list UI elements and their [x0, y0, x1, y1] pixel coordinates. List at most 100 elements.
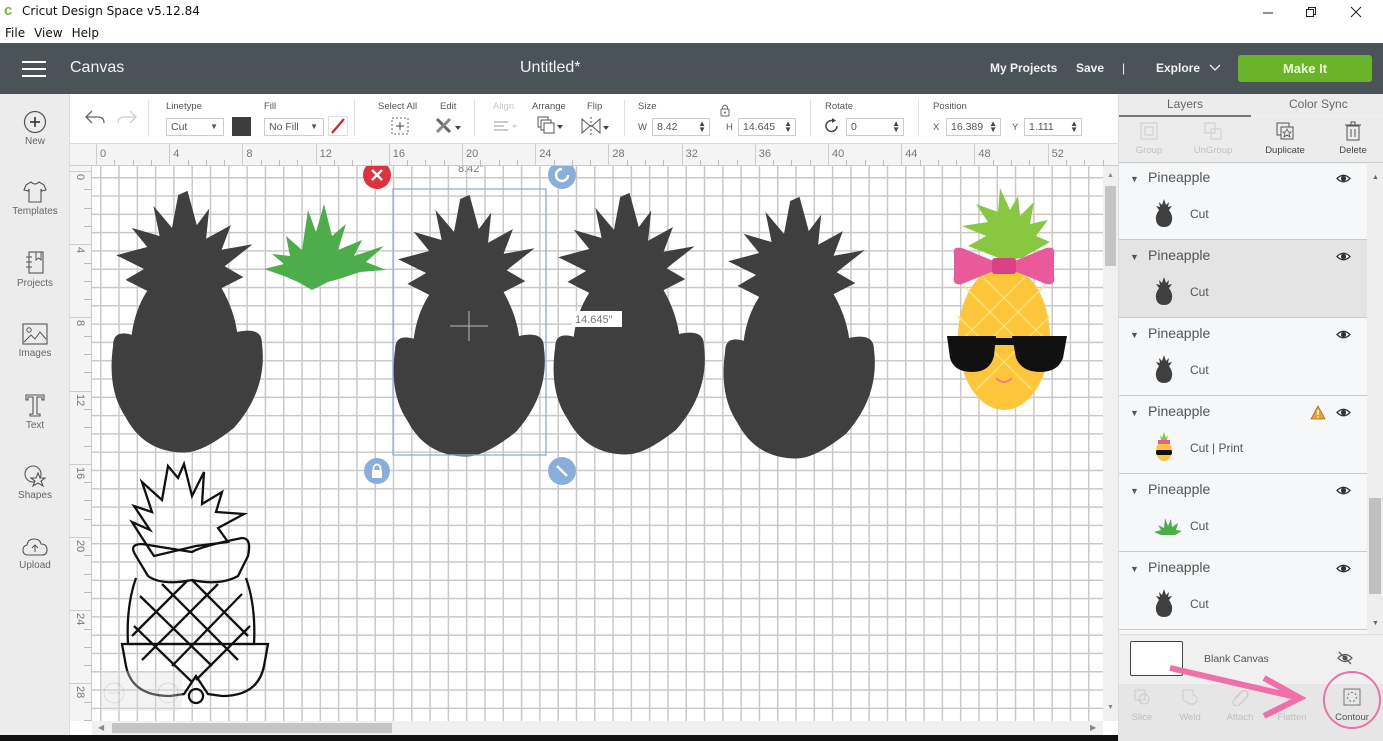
- rotate-handle[interactable]: [548, 166, 576, 189]
- ruler-left-label: 28: [74, 686, 86, 699]
- arrange-icon[interactable]: [536, 115, 564, 137]
- eye-hidden-icon[interactable]: [1337, 651, 1353, 665]
- flatten-button[interactable]: Flatten: [1269, 688, 1315, 723]
- tab-color-sync[interactable]: Color Sync: [1289, 97, 1348, 111]
- spinner-icon[interactable]: ▲ ▼: [698, 120, 706, 134]
- sidebar-item-images[interactable]: Images: [0, 322, 70, 359]
- notebook-icon: [26, 251, 44, 274]
- canvas-vertical-scrollbar[interactable]: ▲ ▼: [1103, 166, 1118, 721]
- expand-caret-icon[interactable]: ▼: [1130, 564, 1139, 574]
- scroll-right-icon[interactable]: ▶: [1090, 723, 1096, 732]
- scroll-up-icon[interactable]: ▲: [1107, 172, 1114, 179]
- sidebar-item-new[interactable]: New: [0, 110, 70, 147]
- edit-tools-icon[interactable]: [434, 116, 462, 136]
- rotate-value: 0: [851, 121, 857, 133]
- pineapple-leaves[interactable]: [264, 204, 386, 290]
- weld-button[interactable]: Weld: [1167, 688, 1213, 723]
- eye-visible-icon[interactable]: [1336, 563, 1351, 574]
- eye-visible-icon[interactable]: [1336, 485, 1351, 496]
- expand-caret-icon[interactable]: ▼: [1130, 330, 1139, 340]
- sidebar-item-shapes[interactable]: Shapes: [0, 464, 70, 501]
- fill-color-swatch[interactable]: [328, 116, 348, 136]
- contour-button[interactable]: Contour: [1329, 688, 1375, 723]
- delete-handle[interactable]: [363, 166, 391, 189]
- restore-button[interactable]: [1288, 0, 1334, 24]
- layer-item[interactable]: ▼ Pineapple Cut: [1119, 474, 1367, 552]
- sidebar-item-projects[interactable]: Projects: [0, 250, 70, 289]
- pineapple-silhouette-1[interactable]: [111, 190, 263, 453]
- layer-item[interactable]: ▼ Pineapple Cut: [1119, 164, 1367, 240]
- undo-icon[interactable]: [84, 108, 106, 126]
- menu-file[interactable]: File: [0, 24, 29, 40]
- scroll-down-icon[interactable]: ▼: [1372, 620, 1379, 627]
- width-input[interactable]: 8.42 ▲ ▼: [652, 118, 710, 136]
- attach-button[interactable]: Attach: [1217, 688, 1263, 723]
- design-canvas[interactable]: 8.42" 14.645": [92, 166, 1103, 721]
- linetype-color-swatch[interactable]: [232, 117, 251, 136]
- y-position-input[interactable]: 1.111 ▲ ▼: [1024, 118, 1082, 136]
- blank-canvas-row[interactable]: Blank Canvas: [1119, 634, 1383, 684]
- layers-scrollbar[interactable]: ▲ ▼: [1367, 164, 1383, 634]
- menu-view[interactable]: View: [29, 24, 66, 40]
- save-link[interactable]: Save: [1076, 61, 1104, 75]
- height-input[interactable]: 14.645 ▲ ▼: [738, 118, 796, 136]
- x-position-input[interactable]: 16.389 ▲ ▼: [946, 118, 1001, 136]
- spinner-icon[interactable]: ▲ ▼: [1070, 120, 1078, 134]
- layer-item[interactable]: ▼ Pineapple Cut: [1119, 318, 1367, 396]
- make-it-button[interactable]: Make It: [1238, 55, 1372, 82]
- zoom-controls[interactable]: [100, 671, 182, 711]
- lock-proportions-icon[interactable]: [718, 103, 732, 117]
- expand-caret-icon[interactable]: ▼: [1130, 486, 1139, 496]
- select-all-icon[interactable]: [390, 116, 410, 136]
- pineapple-silhouette-4[interactable]: [723, 196, 875, 459]
- layers-scroll-thumb[interactable]: [1369, 498, 1381, 594]
- fill-select[interactable]: No Fill ▼: [264, 118, 324, 136]
- scroll-up-icon[interactable]: ▲: [1372, 174, 1379, 181]
- resize-handle[interactable]: [548, 457, 576, 485]
- eye-visible-icon[interactable]: [1336, 329, 1351, 340]
- redo-icon[interactable]: [116, 108, 138, 126]
- eye-visible-icon[interactable]: [1336, 251, 1351, 262]
- layer-item[interactable]: ▼ Pineapple Cut: [1119, 240, 1367, 318]
- lock-handle[interactable]: [364, 458, 390, 484]
- scroll-left-icon[interactable]: ◀: [98, 723, 104, 732]
- dropdown-arrow-icon: ▼: [210, 122, 218, 131]
- minimize-button[interactable]: [1245, 0, 1291, 24]
- menu-help[interactable]: Help: [67, 24, 103, 40]
- eye-visible-icon[interactable]: [1336, 173, 1351, 184]
- sidebar-item-upload[interactable]: Upload: [0, 536, 70, 571]
- sidebar-item-templates[interactable]: Templates: [0, 180, 70, 217]
- eye-visible-icon[interactable]: [1336, 407, 1351, 418]
- linetype-select[interactable]: Cut ▼: [166, 118, 224, 136]
- expand-caret-icon[interactable]: ▼: [1130, 252, 1139, 262]
- align-icon[interactable]: [492, 118, 518, 134]
- rotate-input[interactable]: 0 ▲ ▼: [846, 118, 904, 136]
- ungroup-button[interactable]: UnGroup: [1183, 121, 1243, 156]
- close-window-button[interactable]: [1333, 0, 1379, 24]
- spinner-icon[interactable]: ▲ ▼: [989, 120, 997, 134]
- vertical-scroll-thumb[interactable]: [1105, 186, 1116, 266]
- hamburger-menu-icon[interactable]: [22, 61, 46, 77]
- layer-item[interactable]: ▼ Pineapple Cut: [1119, 552, 1367, 630]
- canvas-horizontal-scrollbar[interactable]: ◀ ▶: [92, 721, 1103, 735]
- sidebar-item-text[interactable]: Text: [0, 392, 70, 431]
- scroll-down-icon[interactable]: ▼: [1107, 704, 1114, 711]
- expand-caret-icon[interactable]: ▼: [1130, 174, 1139, 184]
- group-button[interactable]: Group: [1119, 121, 1179, 156]
- flip-icon[interactable]: [580, 116, 610, 136]
- explore-dropdown[interactable]: Explore: [1156, 61, 1221, 75]
- spinner-icon[interactable]: ▲ ▼: [892, 120, 900, 134]
- my-projects-link[interactable]: My Projects: [990, 61, 1057, 75]
- duplicate-button[interactable]: Duplicate: [1255, 121, 1315, 156]
- blank-canvas-swatch[interactable]: [1130, 641, 1183, 676]
- pineapple-outline[interactable]: [120, 460, 270, 705]
- slice-button[interactable]: Slice: [1119, 688, 1165, 723]
- horizontal-scroll-thumb[interactable]: [112, 723, 392, 733]
- warning-icon[interactable]: [1310, 405, 1326, 420]
- expand-caret-icon[interactable]: ▼: [1130, 408, 1139, 418]
- pineapple-print-then-cut[interactable]: [947, 188, 1067, 410]
- layer-item[interactable]: ▼ Pineapple Cut | Print: [1119, 396, 1367, 474]
- spinner-icon[interactable]: ▲ ▼: [784, 120, 792, 134]
- delete-button[interactable]: Delete: [1323, 121, 1383, 156]
- tab-layers[interactable]: Layers: [1167, 97, 1203, 111]
